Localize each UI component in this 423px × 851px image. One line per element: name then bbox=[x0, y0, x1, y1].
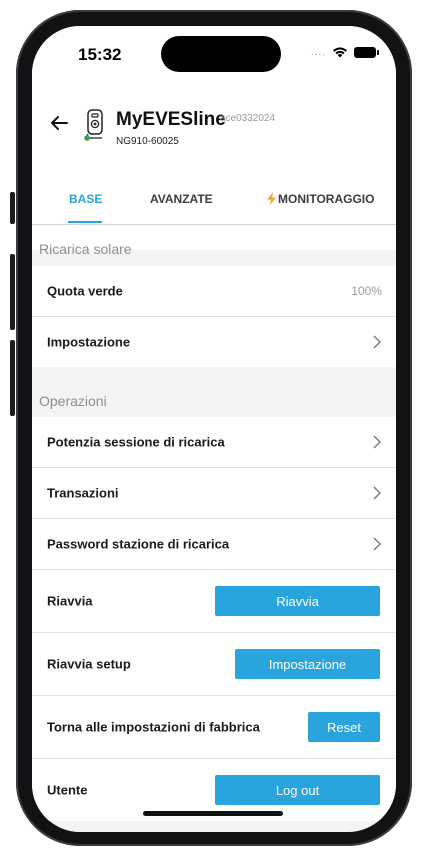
tab-base[interactable]: BASE bbox=[69, 192, 102, 206]
device-header: MyEVESline ace0332024 NG910-60025 bbox=[32, 106, 396, 166]
device-serial: NG910-60025 bbox=[116, 136, 179, 147]
quota-verde-value: 100% bbox=[351, 284, 382, 298]
charger-icon bbox=[84, 109, 103, 141]
chevron-right-icon bbox=[373, 435, 381, 449]
transactions-label: Transazioni bbox=[47, 485, 119, 501]
status-indicators: .... bbox=[310, 46, 379, 58]
arrow-left-icon[interactable] bbox=[48, 112, 70, 134]
signal-dots: .... bbox=[310, 46, 326, 58]
restart-setup-row: Riavvia setup Impostazione bbox=[32, 633, 396, 696]
home-indicator bbox=[143, 811, 283, 816]
wifi-icon bbox=[333, 47, 347, 58]
solar-list: Quota verde 100% Impostazione bbox=[32, 266, 396, 367]
factory-reset-button[interactable]: Reset bbox=[308, 712, 380, 742]
restart-label: Riavvia bbox=[47, 593, 93, 609]
online-status-dot bbox=[84, 135, 90, 141]
station-password-label: Password stazione di ricarica bbox=[47, 536, 230, 552]
volume-down-button bbox=[10, 340, 15, 416]
solar-settings-row[interactable]: Impostazione bbox=[32, 317, 396, 367]
chevron-right-icon bbox=[373, 537, 381, 551]
factory-reset-label: Torna alle impostazioni di fabbrica bbox=[47, 719, 260, 735]
section-title-operations: Operazioni bbox=[39, 393, 107, 409]
quota-verde-label: Quota verde bbox=[47, 283, 123, 299]
solar-settings-label: Impostazione bbox=[47, 334, 131, 350]
power-session-row[interactable]: Potenzia sessione di ricarica bbox=[32, 417, 396, 468]
logout-button[interactable]: Log out bbox=[215, 775, 380, 805]
action-button bbox=[10, 192, 15, 224]
user-label: Utente bbox=[47, 782, 88, 798]
tab-monitoraggio[interactable]: MONITORAGGIO bbox=[278, 192, 374, 206]
restart-button[interactable]: Riavvia bbox=[215, 586, 380, 616]
transactions-row[interactable]: Transazioni bbox=[32, 468, 396, 519]
lightning-icon bbox=[267, 192, 276, 205]
tab-avanzate[interactable]: AVANZATE bbox=[150, 192, 213, 206]
dynamic-island bbox=[161, 36, 281, 72]
active-tab-indicator bbox=[68, 221, 102, 223]
tab-bar: BASE AVANZATE MONITORAGGIO bbox=[32, 176, 396, 225]
chevron-right-icon bbox=[373, 335, 381, 349]
operations-list: Potenzia sessione di ricarica Transazion… bbox=[32, 417, 396, 821]
power-session-label: Potenzia sessione di ricarica bbox=[47, 434, 225, 450]
volume-up-button bbox=[10, 254, 15, 330]
status-time: 15:32 bbox=[78, 45, 122, 64]
restart-row: Riavvia Riavvia bbox=[32, 570, 396, 633]
section-title-solar: Ricarica solare bbox=[39, 241, 132, 257]
station-password-row[interactable]: Password stazione di ricarica bbox=[32, 519, 396, 570]
battery-icon bbox=[354, 46, 379, 58]
quota-verde-row: Quota verde 100% bbox=[32, 266, 396, 317]
restart-setup-button[interactable]: Impostazione bbox=[235, 649, 380, 679]
restart-setup-label: Riavvia setup bbox=[47, 656, 131, 672]
app-screen: 15:32 .... MyEVESline ace0332024 NG910-6… bbox=[32, 26, 396, 832]
factory-reset-row: Torna alle impostazioni di fabbrica Rese… bbox=[32, 696, 396, 759]
device-tag: ace0332024 bbox=[220, 113, 276, 124]
chevron-right-icon bbox=[373, 486, 381, 500]
device-title: MyEVESline bbox=[116, 109, 226, 130]
